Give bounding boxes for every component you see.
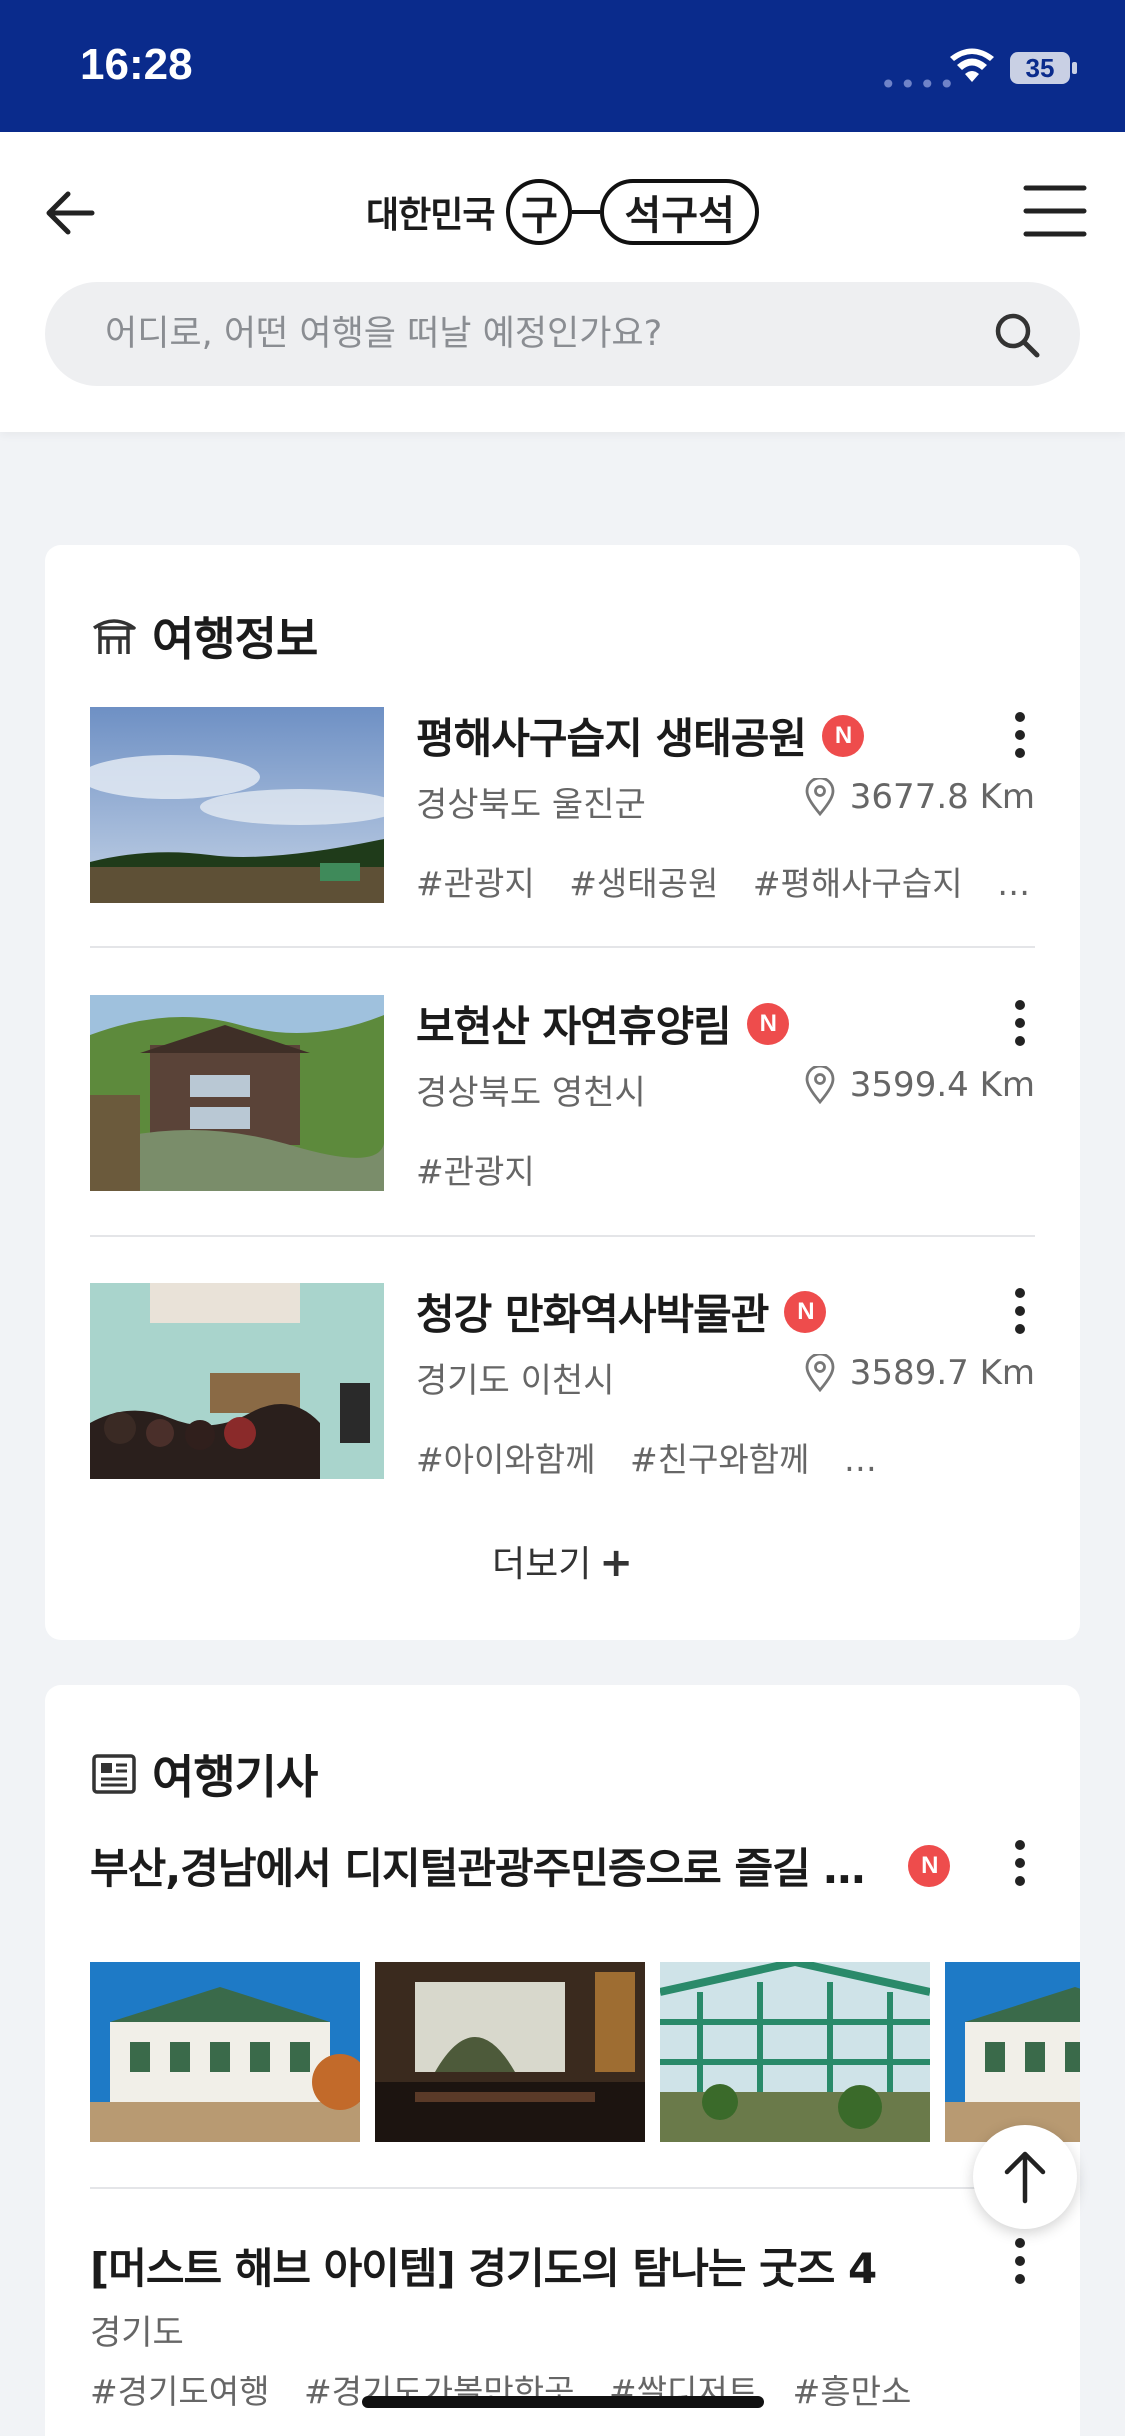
- item-tags: #관광지 #생태공원 #평해사구습지 …: [416, 857, 1054, 905]
- article-region: 경기도: [90, 2313, 184, 2353]
- item-name[interactable]: 청강 만화역사박물관 N: [416, 1281, 827, 1342]
- tag[interactable]: #흥만소: [793, 2372, 912, 2411]
- battery-icon: 35: [1010, 52, 1070, 84]
- item-region: 경기도 이천시: [416, 1361, 615, 1401]
- battery-tip: [1072, 62, 1077, 74]
- search-bar[interactable]: [45, 282, 1080, 386]
- item-name[interactable]: 보현산 자연휴양림 N: [416, 993, 789, 1054]
- item-name[interactable]: 평해사구습지 생태공원 N: [416, 705, 865, 766]
- back-arrow-icon[interactable]: [38, 180, 104, 246]
- logo-circle: 구: [506, 179, 573, 245]
- item-distance: 3589.7 Km: [804, 1353, 1035, 1393]
- article-photo[interactable]: [90, 1962, 360, 2142]
- tag[interactable]: #평해사구습지: [753, 864, 963, 903]
- thumbnail-image: [90, 707, 384, 903]
- divider: [90, 1235, 1035, 1237]
- travel-info-card: 여행정보 평해사구습지 생태공원 N 경상북도 울진군 3677.8 Km #관…: [45, 545, 1080, 1640]
- item-tags: #관광지: [416, 1145, 559, 1193]
- search-input[interactable]: [105, 282, 985, 386]
- article-title-text: 부산,경남에서 디지털관광주민증으로 즐길 수…: [90, 1844, 893, 1893]
- new-badge: N: [822, 714, 865, 757]
- item-region: 경상북도 울진군: [416, 785, 646, 825]
- search-icon[interactable]: [992, 310, 1042, 360]
- distance-text: 3589.7 Km: [849, 1353, 1035, 1393]
- article-photo-carousel[interactable]: [90, 1962, 1080, 2142]
- article-photo[interactable]: [945, 1962, 1080, 2142]
- more-vertical-icon[interactable]: [1005, 707, 1035, 763]
- location-pin-icon: [805, 778, 835, 816]
- tag[interactable]: #경기도여행: [90, 2372, 269, 2411]
- item-name-text: 평해사구습지 생태공원: [416, 714, 807, 763]
- header: 대한민국 구 석구석: [0, 132, 1125, 432]
- status-bar: 16:28 •••• 35: [0, 0, 1125, 132]
- section-title: 여행정보: [152, 612, 318, 666]
- logo-connector: [572, 210, 601, 214]
- more-vertical-icon[interactable]: [1005, 995, 1035, 1051]
- article-title[interactable]: 부산,경남에서 디지털관광주민증으로 즐길 수… N: [90, 1835, 950, 1896]
- item-name-text: 청강 만화역사박물관: [416, 1290, 769, 1339]
- new-badge: N: [746, 1002, 789, 1045]
- thumbnail-image: [90, 1283, 384, 1479]
- item-distance: 3677.8 Km: [804, 777, 1035, 817]
- newspaper-icon: [92, 1754, 136, 1794]
- travel-articles-card: 여행기사 부산,경남에서 디지털관광주민증으로 즐길 수… N [머스트 해브 …: [45, 1685, 1080, 2436]
- list-item[interactable]: 보현산 자연휴양림 N 경상북도 영천시 3599.4 Km #관광지: [90, 995, 1035, 1191]
- divider: [90, 2187, 1035, 2189]
- article-photo[interactable]: [660, 1962, 930, 2142]
- more-vertical-icon[interactable]: [1005, 1283, 1035, 1339]
- article-photo[interactable]: [375, 1962, 645, 2142]
- location-pin-icon: [805, 1066, 835, 1104]
- distance-text: 3677.8 Km: [849, 777, 1035, 817]
- tag[interactable]: #관광지: [416, 1152, 535, 1191]
- see-more-button[interactable]: 더보기 +: [45, 1535, 1080, 1587]
- list-item[interactable]: 청강 만화역사박물관 N 경기도 이천시 3589.7 Km #아이와함께 #친…: [90, 1283, 1035, 1479]
- more-vertical-icon[interactable]: [1005, 1835, 1035, 1891]
- tag[interactable]: #관광지: [416, 864, 535, 903]
- tags-more[interactable]: …: [844, 1440, 877, 1479]
- article-title[interactable]: [머스트 해브 아이템] 경기도의 탐나는 굿즈 4: [90, 2235, 877, 2296]
- thumbnail-image: [90, 995, 384, 1191]
- item-region: 경상북도 영천시: [416, 1073, 646, 1113]
- tags-more[interactable]: …: [997, 864, 1030, 903]
- travel-articles-header: 여행기사: [90, 1741, 318, 1807]
- location-pin-icon: [805, 1354, 835, 1392]
- section-title: 여행기사: [152, 1750, 318, 1804]
- item-tags: #아이와함께 #친구와함께 …: [416, 1433, 901, 1481]
- item-distance: 3599.4 Km: [804, 1065, 1035, 1105]
- logo-pill: 석구석: [600, 179, 759, 245]
- plus-icon: +: [599, 1540, 633, 1586]
- logo-prefix: 대한민국: [366, 195, 495, 236]
- gate-icon: [92, 619, 136, 654]
- tag[interactable]: #생태공원: [569, 864, 718, 903]
- distance-text: 3599.4 Km: [849, 1065, 1035, 1105]
- more-vertical-icon[interactable]: [1005, 2233, 1035, 2289]
- new-badge: N: [908, 1844, 950, 1887]
- wifi-icon: [950, 48, 994, 82]
- status-time: 16:28: [80, 40, 193, 89]
- home-indicator[interactable]: [362, 2396, 764, 2408]
- scroll-to-top-button[interactable]: [973, 2125, 1077, 2229]
- travel-info-header: 여행정보: [90, 603, 318, 669]
- hamburger-menu-icon[interactable]: [1020, 176, 1090, 246]
- new-badge: N: [784, 1290, 827, 1333]
- tag[interactable]: #친구와함께: [630, 1440, 809, 1479]
- divider: [90, 946, 1035, 948]
- cellular-signal-icon: ••••: [880, 68, 959, 101]
- see-more-label: 더보기: [492, 1544, 592, 1585]
- list-item[interactable]: 평해사구습지 생태공원 N 경상북도 울진군 3677.8 Km #관광지 #생…: [90, 707, 1035, 903]
- logo[interactable]: 대한민국 구 석구석: [366, 172, 759, 252]
- item-name-text: 보현산 자연휴양림: [416, 1002, 732, 1051]
- tag[interactable]: #아이와함께: [416, 1440, 595, 1479]
